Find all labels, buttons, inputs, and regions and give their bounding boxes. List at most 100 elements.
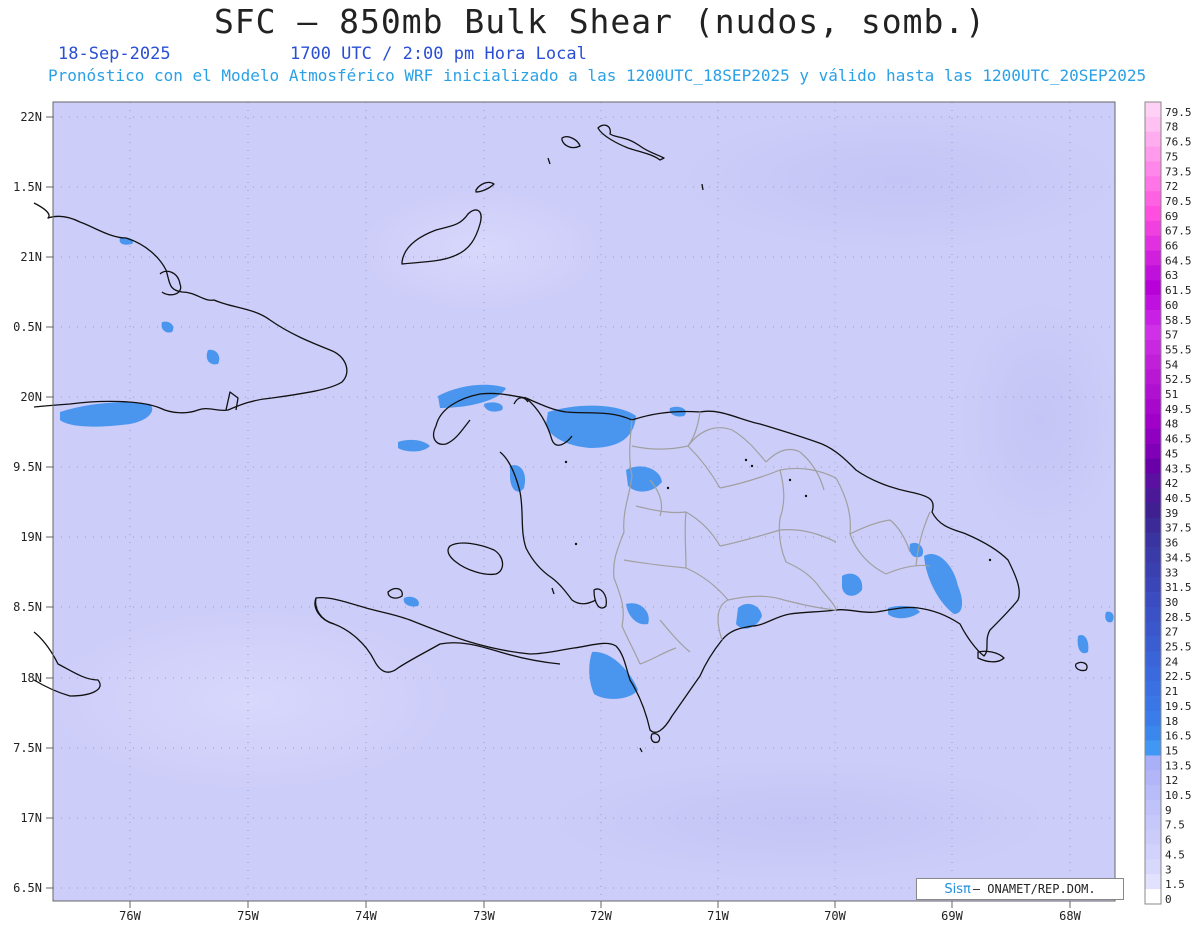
colorbar-label: 0 (1165, 893, 1172, 906)
colorbar-label: 46.5 (1165, 433, 1192, 446)
colorbar-swatch (1145, 755, 1161, 771)
colorbar-swatch (1145, 651, 1161, 667)
colorbar-label: 66 (1165, 240, 1178, 253)
colorbar-label: 22.5 (1165, 670, 1192, 683)
lon-label: 68W (1059, 909, 1081, 923)
colorbar-swatch (1145, 443, 1161, 459)
colorbar-label: 76.5 (1165, 136, 1192, 149)
colorbar-label: 39 (1165, 507, 1178, 520)
colorbar-swatch (1145, 384, 1161, 400)
colorbar-label: 55.5 (1165, 343, 1192, 356)
colorbar-swatch (1145, 696, 1161, 712)
colorbar-swatch (1145, 116, 1161, 133)
colorbar-swatch (1145, 428, 1161, 444)
colorbar-swatch (1145, 131, 1161, 147)
colorbar-swatch (1145, 577, 1161, 593)
colorbar-swatch (1145, 458, 1161, 474)
colorbar-label: 78 (1165, 121, 1178, 134)
colorbar-swatch (1145, 740, 1161, 756)
colorbar-swatch (1145, 606, 1161, 623)
lat-label: 19N (20, 530, 42, 544)
colorbar-label: 45 (1165, 447, 1178, 460)
colorbar-swatch (1145, 859, 1161, 875)
colorbar-label: 72 (1165, 180, 1178, 193)
colorbar-label: 10.5 (1165, 789, 1192, 802)
colorbar-label: 52.5 (1165, 373, 1192, 386)
lat-label: 6.5N (13, 881, 42, 895)
colorbar-label: 64.5 (1165, 254, 1192, 267)
colorbar-swatch (1145, 339, 1161, 355)
colorbar-swatch (1145, 205, 1161, 222)
lat-label: 22N (20, 110, 42, 124)
colorbar-label: 75 (1165, 150, 1178, 163)
colorbar-label: 4.5 (1165, 848, 1185, 861)
colorbar-swatch (1145, 621, 1161, 637)
lon-label: 71W (707, 909, 729, 923)
colorbar-swatch (1145, 280, 1161, 296)
lon-label: 73W (473, 909, 495, 923)
colorbar-label: 73.5 (1165, 165, 1192, 178)
colorbar-label: 54 (1165, 358, 1179, 371)
colorbar-label: 7.5 (1165, 819, 1185, 832)
colorbar-label: 15 (1165, 744, 1178, 757)
longitude-axis: 76W 75W 74W 73W 72W 71W 70W 69W 68W (119, 901, 1082, 923)
colorbar-label: 27 (1165, 626, 1178, 639)
colorbar-label: 49.5 (1165, 403, 1192, 416)
colorbar-swatch (1145, 413, 1161, 430)
colorbar-label: 79.5 (1165, 106, 1192, 119)
colorbar-swatch (1145, 592, 1161, 608)
colorbar-swatch (1145, 844, 1161, 860)
colorbar-swatch (1145, 102, 1161, 118)
colorbar-label: 1.5 (1165, 878, 1185, 891)
colorbar-label: 30 (1165, 596, 1178, 609)
colorbar-swatch (1145, 725, 1161, 741)
colorbar-label: 60 (1165, 299, 1178, 312)
colorbar-swatch (1145, 710, 1161, 727)
colorbar-label: 12 (1165, 774, 1178, 787)
colorbar-swatch (1145, 800, 1161, 816)
colorbar-swatch (1145, 176, 1161, 192)
lat-label: 17N (20, 811, 42, 825)
credit-box: Sisπ – ONAMET/REP.DOM. (916, 878, 1124, 900)
colorbar-swatch (1145, 889, 1161, 905)
colorbar-swatch (1145, 547, 1161, 563)
lat-label: 21N (20, 250, 42, 264)
colorbar-label: 43.5 (1165, 462, 1192, 475)
colorbar-swatch (1145, 295, 1161, 311)
colorbar-swatch (1145, 473, 1161, 489)
colorbar-swatch (1145, 399, 1161, 415)
colorbar-swatch (1145, 532, 1161, 548)
lon-label: 74W (355, 909, 377, 923)
lat-label: 7.5N (13, 741, 42, 755)
colorbar-label: 28.5 (1165, 611, 1192, 624)
lon-label: 69W (941, 909, 963, 923)
colorbar-label: 48 (1165, 418, 1178, 431)
colorbar-swatch (1145, 681, 1161, 697)
colorbar-label: 21 (1165, 685, 1178, 698)
colorbar-label: 69 (1165, 210, 1178, 223)
lon-label: 75W (237, 909, 259, 923)
colorbar-label: 33 (1165, 566, 1178, 579)
colorbar-swatch (1145, 562, 1161, 578)
colorbar-swatch (1145, 814, 1161, 831)
colorbar-label: 40.5 (1165, 492, 1192, 505)
colorbar-swatch (1145, 235, 1161, 251)
colorbar: 79.57876.57573.57270.56967.56664.56361.5… (1144, 101, 1192, 906)
colorbar-label: 13.5 (1165, 759, 1192, 772)
lat-label: 8.5N (13, 600, 42, 614)
sispi-logo: Sisπ (944, 881, 971, 897)
colorbar-swatch (1145, 354, 1161, 370)
colorbar-label: 6 (1165, 834, 1172, 847)
shear-map: 22N 1.5N 21N 0.5N 20N 9.5N 19N 8.5N 18N … (13, 101, 1192, 923)
colorbar-swatch (1145, 265, 1161, 281)
colorbar-swatch (1145, 636, 1161, 652)
lon-label: 72W (590, 909, 612, 923)
latitude-axis: 22N 1.5N 21N 0.5N 20N 9.5N 19N 8.5N 18N … (13, 110, 53, 895)
colorbar-label: 67.5 (1165, 225, 1192, 238)
colorbar-label: 58.5 (1165, 314, 1192, 327)
colorbar-label: 34.5 (1165, 551, 1192, 564)
colorbar-swatch (1145, 666, 1161, 682)
colorbar-label: 9 (1165, 804, 1172, 817)
colorbar-label: 70.5 (1165, 195, 1192, 208)
colorbar-label: 24 (1165, 655, 1179, 668)
